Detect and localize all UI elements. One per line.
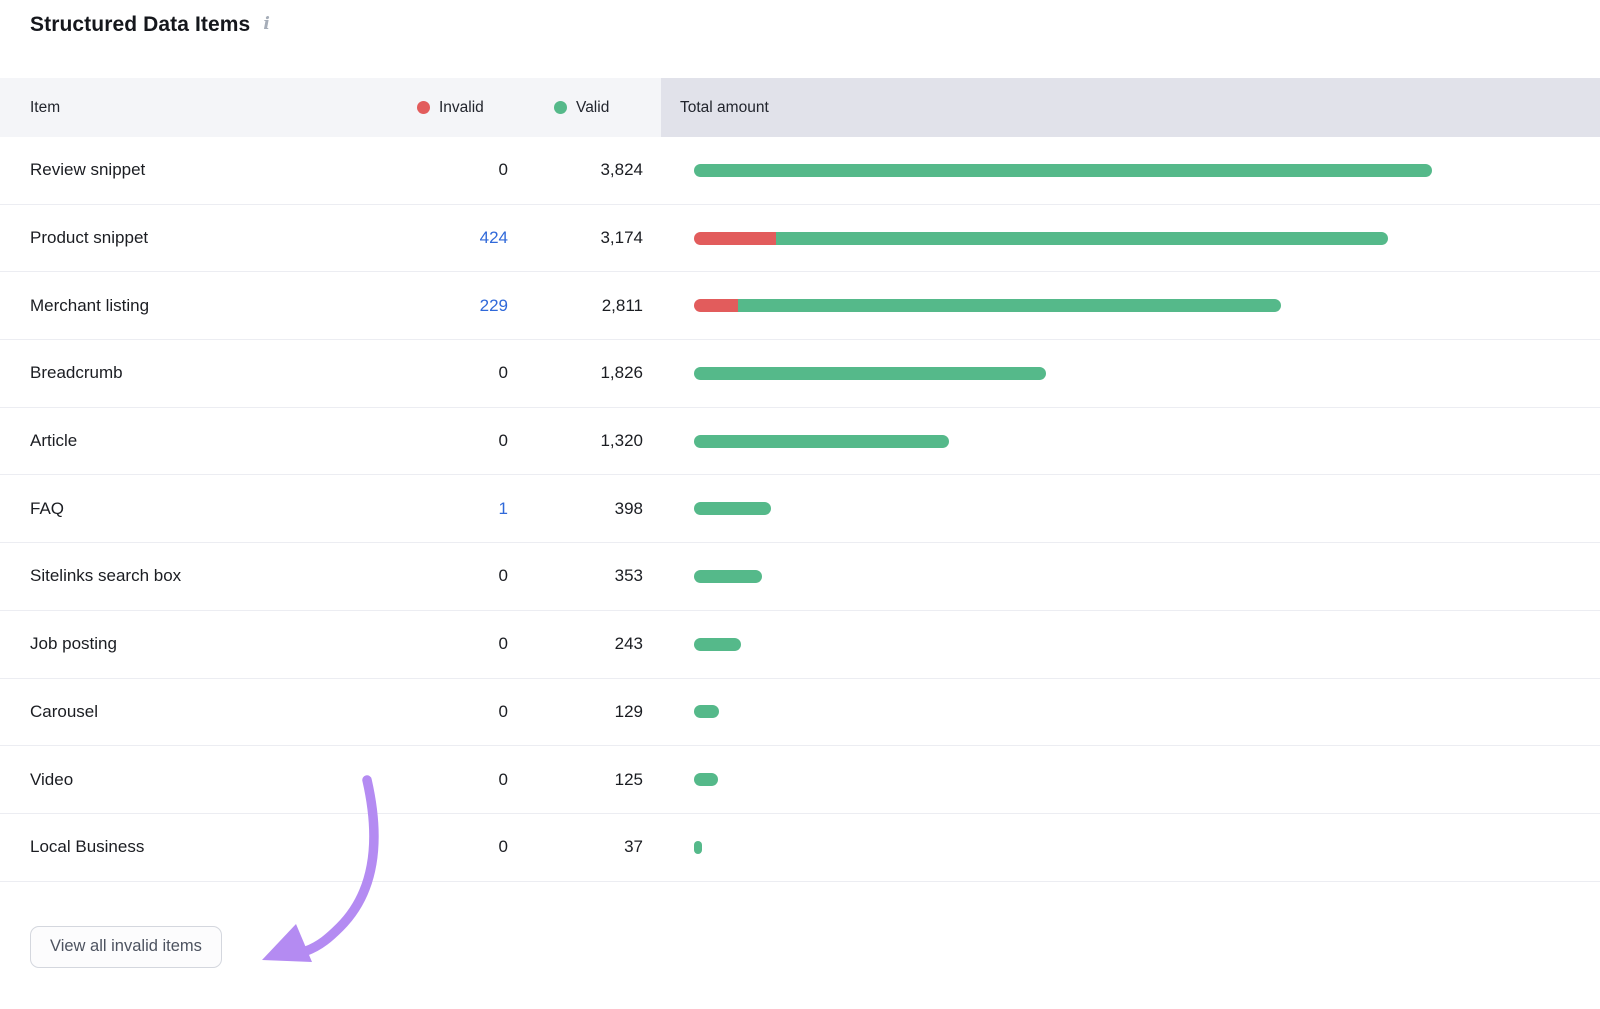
table-row: Local Business 0 37 xyxy=(0,814,1600,882)
valid-bar-segment xyxy=(694,841,702,854)
table-body: Review snippet 0 3,824 Product snippet 424 3,… xyxy=(0,137,1600,882)
valid-count: 398 xyxy=(516,499,661,519)
valid-bar-segment xyxy=(694,638,741,651)
valid-count: 1,320 xyxy=(516,431,661,451)
valid-bar-segment xyxy=(776,232,1388,245)
invalid-count: 0 xyxy=(499,634,508,653)
invalid-count: 0 xyxy=(499,837,508,856)
stacked-bar xyxy=(694,164,1432,177)
stacked-bar xyxy=(694,435,949,448)
invalid-count: 0 xyxy=(499,363,508,382)
stacked-bar xyxy=(694,299,1281,312)
valid-bar-segment xyxy=(694,164,1432,177)
structured-data-items-panel: { "page": { "title": "Structured Data It… xyxy=(0,0,1600,1009)
column-header-total-amount[interactable]: Total amount xyxy=(661,78,1600,137)
invalid-count: 0 xyxy=(499,770,508,789)
table-row: Carousel 0 129 xyxy=(0,679,1600,747)
item-name: Carousel xyxy=(0,702,395,722)
valid-legend-dot-icon xyxy=(554,101,567,114)
panel-header: Structured Data Items i xyxy=(0,0,1600,78)
stacked-bar xyxy=(694,232,1388,245)
invalid-legend-label: Invalid xyxy=(439,99,484,117)
item-name: Merchant listing xyxy=(0,296,395,316)
valid-bar-segment xyxy=(694,435,949,448)
column-header-item: Item xyxy=(0,99,395,117)
table-header: Item Invalid Valid Total amount xyxy=(0,78,1600,137)
valid-count: 129 xyxy=(516,702,661,722)
invalid-count: 0 xyxy=(499,566,508,585)
invalid-count: 0 xyxy=(499,160,508,179)
invalid-legend-dot-icon xyxy=(417,101,430,114)
invalid-bar-segment xyxy=(694,299,738,312)
stacked-bar xyxy=(694,502,771,515)
table-row: Breadcrumb 0 1,826 xyxy=(0,340,1600,408)
page-title: Structured Data Items xyxy=(30,11,250,39)
valid-bar-segment xyxy=(738,299,1281,312)
item-name: Breadcrumb xyxy=(0,363,395,383)
item-name: Job posting xyxy=(0,634,395,654)
table-row: Article 0 1,320 xyxy=(0,408,1600,476)
table-row: Sitelinks search box 0 353 xyxy=(0,543,1600,611)
item-name: Sitelinks search box xyxy=(0,566,395,586)
valid-count: 2,811 xyxy=(516,296,661,316)
total-amount-label: Total amount xyxy=(680,99,769,117)
invalid-count-link[interactable]: 1 xyxy=(499,499,508,518)
stacked-bar xyxy=(694,773,718,786)
valid-bar-segment xyxy=(694,367,1046,380)
invalid-bar-segment xyxy=(694,232,776,245)
item-name: Product snippet xyxy=(0,228,395,248)
valid-bar-segment xyxy=(694,773,718,786)
stacked-bar xyxy=(694,367,1046,380)
item-name: FAQ xyxy=(0,499,395,519)
item-name: Local Business xyxy=(0,837,395,857)
table-row: Video 0 125 xyxy=(0,746,1600,814)
invalid-count-link[interactable]: 424 xyxy=(480,228,508,247)
stacked-bar xyxy=(694,705,719,718)
invalid-count: 0 xyxy=(499,702,508,721)
valid-bar-segment xyxy=(694,570,762,583)
column-header-valid: Valid xyxy=(516,99,661,117)
valid-count: 243 xyxy=(516,634,661,654)
view-all-invalid-items-button[interactable]: View all invalid items xyxy=(30,926,222,968)
stacked-bar xyxy=(694,638,741,651)
table-row: Job posting 0 243 xyxy=(0,611,1600,679)
invalid-count: 0 xyxy=(499,431,508,450)
valid-bar-segment xyxy=(694,705,719,718)
valid-count: 37 xyxy=(516,837,661,857)
valid-count: 3,174 xyxy=(516,228,661,248)
valid-count: 125 xyxy=(516,770,661,790)
valid-count: 3,824 xyxy=(516,160,661,180)
valid-bar-segment xyxy=(694,502,771,515)
item-name: Article xyxy=(0,431,395,451)
stacked-bar xyxy=(694,841,702,854)
table-row: Review snippet 0 3,824 xyxy=(0,137,1600,205)
item-name: Video xyxy=(0,770,395,790)
table-row: FAQ 1 398 xyxy=(0,475,1600,543)
column-header-invalid: Invalid xyxy=(395,99,516,117)
table-row: Product snippet 424 3,174 xyxy=(0,205,1600,273)
valid-legend-label: Valid xyxy=(576,99,609,117)
stacked-bar xyxy=(694,570,762,583)
item-name: Review snippet xyxy=(0,160,395,180)
invalid-count-link[interactable]: 229 xyxy=(480,296,508,315)
footer-actions: View all invalid items xyxy=(30,926,1600,968)
info-icon[interactable]: i xyxy=(263,11,269,37)
table-row: Merchant listing 229 2,811 xyxy=(0,272,1600,340)
valid-count: 1,826 xyxy=(516,363,661,383)
valid-count: 353 xyxy=(516,566,661,586)
